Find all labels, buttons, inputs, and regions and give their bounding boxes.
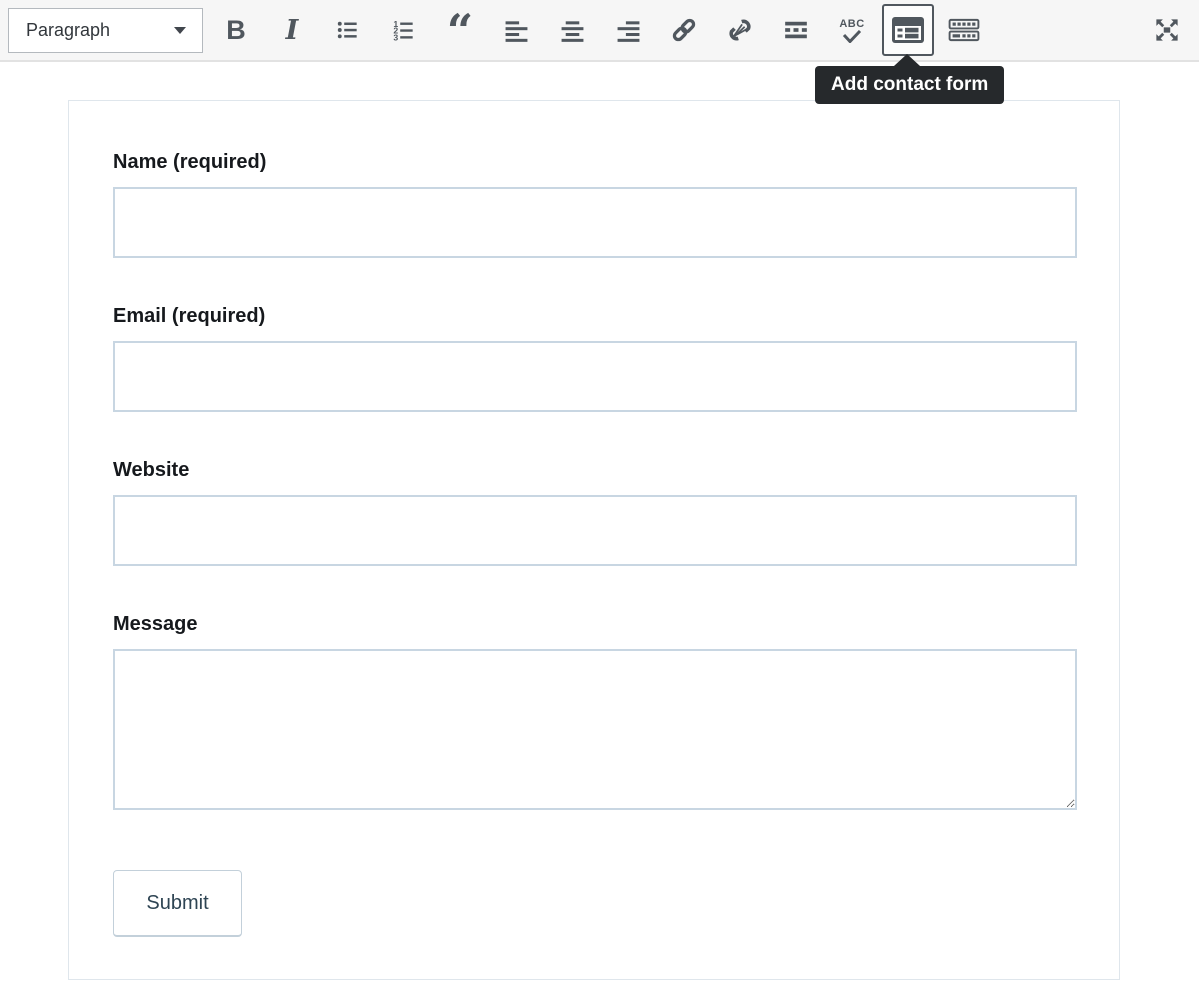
insert-link-button[interactable] [656, 4, 712, 56]
keyboard-icon [948, 17, 980, 43]
remove-link-button[interactable] [712, 4, 768, 56]
tooltip-text: Add contact form [831, 74, 988, 96]
website-field[interactable] [113, 495, 1077, 566]
unlink-icon [726, 16, 754, 44]
italic-icon: I [286, 15, 299, 46]
name-field-label: Name (required) [113, 150, 1077, 174]
link-icon [670, 16, 698, 44]
email-field-label: Email (required) [113, 304, 1077, 328]
website-field-label: Website [113, 458, 1077, 482]
submit-button[interactable]: Submit [113, 870, 242, 937]
chevron-down-icon [174, 27, 186, 34]
align-center-button[interactable] [544, 4, 600, 56]
keyboard-shortcuts-button[interactable] [936, 4, 992, 56]
field-group-message: Message [113, 612, 1077, 810]
numbered-list-icon: 1 2 3 [391, 17, 417, 43]
editor-toolbar: Paragraph B I 1 2 3 “ [0, 0, 1199, 62]
insert-more-tag-button[interactable] [768, 4, 824, 56]
more-tag-icon [783, 17, 809, 43]
format-dropdown-label: Paragraph [26, 20, 174, 41]
fullscreen-icon [1152, 15, 1182, 45]
spellcheck-icon: ABC [839, 18, 864, 43]
align-left-icon [504, 18, 529, 43]
add-contact-form-button[interactable] [882, 4, 934, 56]
fullscreen-button[interactable] [1139, 4, 1195, 56]
bulleted-list-icon [335, 17, 361, 43]
add-contact-form-tooltip: Add contact form [815, 66, 1004, 104]
align-right-button[interactable] [600, 4, 656, 56]
align-left-button[interactable] [488, 4, 544, 56]
message-field[interactable] [113, 649, 1077, 810]
field-group-name: Name (required) [113, 150, 1077, 258]
paragraph-format-dropdown[interactable]: Paragraph [8, 8, 203, 53]
field-group-email: Email (required) [113, 304, 1077, 412]
field-group-website: Website [113, 458, 1077, 566]
spellcheck-button[interactable]: ABC [824, 4, 880, 56]
svg-text:3: 3 [393, 32, 398, 42]
name-field[interactable] [113, 187, 1077, 258]
contact-form-preview: Name (required) Email (required) Website… [68, 100, 1120, 980]
align-center-icon [560, 18, 585, 43]
numbered-list-button[interactable]: 1 2 3 [376, 4, 432, 56]
blockquote-icon: “ [447, 26, 473, 52]
bulleted-list-button[interactable] [320, 4, 376, 56]
message-field-label: Message [113, 612, 1077, 636]
align-right-icon [616, 18, 641, 43]
bold-icon: B [226, 15, 246, 46]
add-contact-form-icon [891, 16, 925, 44]
bold-button[interactable]: B [208, 4, 264, 56]
italic-button[interactable]: I [264, 4, 320, 56]
blockquote-button[interactable]: “ [432, 4, 488, 56]
email-field[interactable] [113, 341, 1077, 412]
